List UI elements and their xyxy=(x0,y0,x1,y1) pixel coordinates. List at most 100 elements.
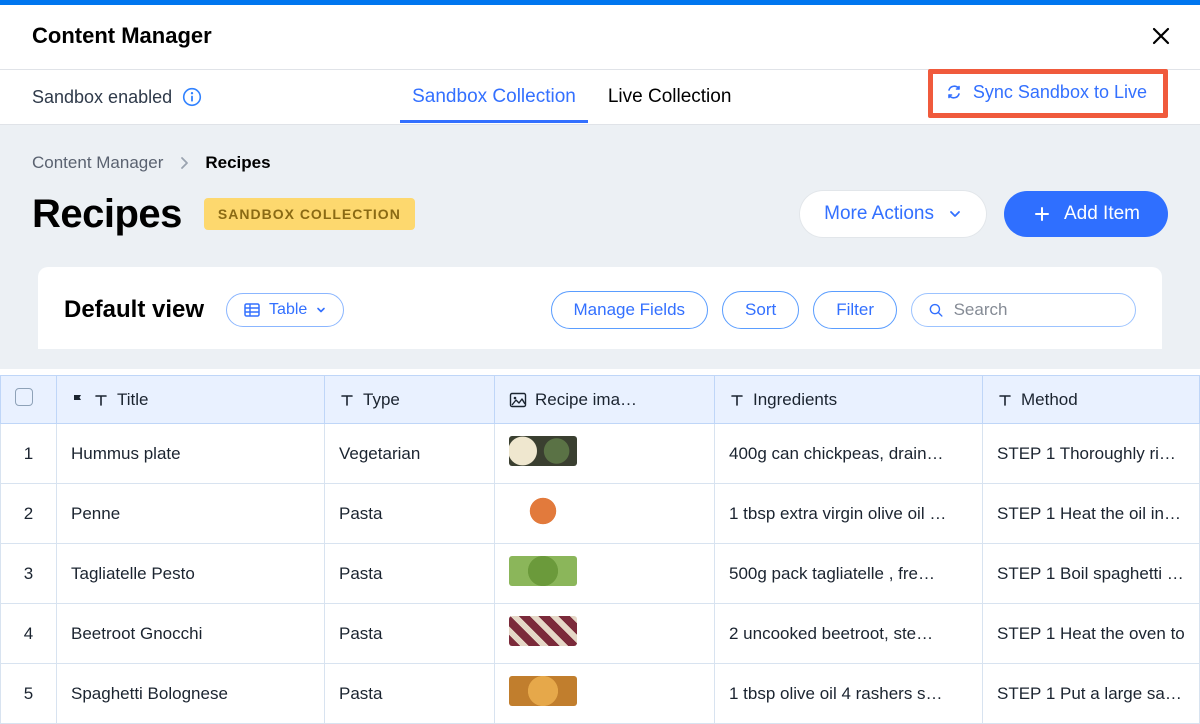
col-image-label: Recipe ima… xyxy=(535,390,637,410)
search-field[interactable] xyxy=(911,293,1136,327)
row-index: 1 xyxy=(1,424,57,484)
sandbox-enabled-label: Sandbox enabled xyxy=(32,87,202,108)
text-icon xyxy=(997,392,1013,408)
table-row[interactable]: 4 Beetroot Gnocchi Pasta 2 uncooked beet… xyxy=(1,604,1200,664)
tabbar: Sandbox enabled Sandbox Collection Live … xyxy=(0,70,1200,125)
recipe-thumbnail xyxy=(509,556,577,586)
table-icon xyxy=(243,301,261,319)
sync-label: Sync Sandbox to Live xyxy=(973,82,1147,103)
header: Content Manager xyxy=(0,5,1200,70)
table-row[interactable]: 1 Hummus plate Vegetarian 400g can chick… xyxy=(1,424,1200,484)
cell-ingredients[interactable]: 2 uncooked beetroot, ste… xyxy=(715,604,983,664)
sync-highlight-callout: Sync Sandbox to Live xyxy=(928,69,1168,118)
col-title-label: Title xyxy=(117,390,149,410)
row-index: 3 xyxy=(1,544,57,604)
view-toolbar-card: Default view Table Manage Fields Sort Fi… xyxy=(38,267,1162,349)
search-input[interactable] xyxy=(954,300,1119,320)
tabs: Sandbox Collection Live Collection xyxy=(412,72,731,122)
sandbox-enabled-text: Sandbox enabled xyxy=(32,87,172,108)
cell-ingredients[interactable]: 500g pack tagliatelle , fre… xyxy=(715,544,983,604)
header-title: Content Manager xyxy=(32,23,212,49)
table-row[interactable]: 5 Spaghetti Bolognese Pasta 1 tbsp olive… xyxy=(1,664,1200,724)
cell-title[interactable]: Hummus plate xyxy=(57,424,325,484)
cell-method[interactable]: STEP 1 Put a large sauce xyxy=(983,664,1200,724)
cell-type[interactable]: Vegetarian xyxy=(325,424,495,484)
view-name: Default view xyxy=(64,296,204,324)
cell-title[interactable]: Penne xyxy=(57,484,325,544)
col-ingredients-label: Ingredients xyxy=(753,390,837,410)
table-row[interactable]: 3 Tagliatelle Pesto Pasta 500g pack tagl… xyxy=(1,544,1200,604)
col-method-label: Method xyxy=(1021,390,1078,410)
info-icon[interactable] xyxy=(182,87,202,107)
cell-type[interactable]: Pasta xyxy=(325,484,495,544)
table-row[interactable]: 2 Penne Pasta 1 tbsp extra virgin olive … xyxy=(1,484,1200,544)
recipe-thumbnail xyxy=(509,616,577,646)
breadcrumb: Content Manager Recipes xyxy=(32,153,1168,173)
flag-icon xyxy=(71,393,85,407)
cell-type[interactable]: Pasta xyxy=(325,604,495,664)
more-actions-label: More Actions xyxy=(824,203,934,225)
col-type[interactable]: Type xyxy=(325,376,495,424)
cell-ingredients[interactable]: 400g can chickpeas, drain… xyxy=(715,424,983,484)
tab-live-collection[interactable]: Live Collection xyxy=(608,72,732,122)
sandbox-collection-chip: SANDBOX COLLECTION xyxy=(204,198,415,230)
header-row: Title Type Recipe ima… Ingredients Metho… xyxy=(1,376,1200,424)
close-icon xyxy=(1150,25,1172,47)
data-grid: Title Type Recipe ima… Ingredients Metho… xyxy=(0,375,1200,724)
chevron-down-icon xyxy=(948,207,962,221)
row-index: 2 xyxy=(1,484,57,544)
cell-type[interactable]: Pasta xyxy=(325,544,495,604)
col-method[interactable]: Method xyxy=(983,376,1200,424)
add-item-button[interactable]: Add Item xyxy=(1004,191,1168,237)
cell-title[interactable]: Tagliatelle Pesto xyxy=(57,544,325,604)
view-row: Default view Table Manage Fields Sort Fi… xyxy=(64,291,1136,329)
select-all-cell[interactable] xyxy=(1,376,57,424)
plus-icon xyxy=(1032,204,1052,224)
filter-button[interactable]: Filter xyxy=(813,291,897,329)
cell-method[interactable]: STEP 1 Thoroughly rinse xyxy=(983,424,1200,484)
cell-type[interactable]: Pasta xyxy=(325,664,495,724)
view-type-dropdown[interactable]: Table xyxy=(226,293,344,327)
view-type-label: Table xyxy=(269,301,307,319)
row-index: 4 xyxy=(1,604,57,664)
cell-image[interactable] xyxy=(495,484,715,544)
cell-method[interactable]: STEP 1 Boil spaghetti in a xyxy=(983,544,1200,604)
image-icon xyxy=(509,392,527,408)
cell-method[interactable]: STEP 1 Heat the oil in a f xyxy=(983,484,1200,544)
close-button[interactable] xyxy=(1150,25,1172,47)
cell-method[interactable]: STEP 1 Heat the oven to xyxy=(983,604,1200,664)
view-right-actions: Manage Fields Sort Filter xyxy=(551,291,1136,329)
recipe-thumbnail xyxy=(509,676,577,706)
col-type-label: Type xyxy=(363,390,400,410)
cell-image[interactable] xyxy=(495,664,715,724)
col-image[interactable]: Recipe ima… xyxy=(495,376,715,424)
sync-icon xyxy=(945,83,963,101)
checkbox-icon xyxy=(15,388,33,406)
add-item-label: Add Item xyxy=(1064,203,1140,225)
sort-button[interactable]: Sort xyxy=(722,291,799,329)
cell-image[interactable] xyxy=(495,604,715,664)
text-icon xyxy=(729,392,745,408)
cell-image[interactable] xyxy=(495,424,715,484)
breadcrumb-parent[interactable]: Content Manager xyxy=(32,153,163,173)
breadcrumb-current: Recipes xyxy=(205,153,270,173)
cell-title[interactable]: Beetroot Gnocchi xyxy=(57,604,325,664)
cell-ingredients[interactable]: 1 tbsp extra virgin olive oil … xyxy=(715,484,983,544)
page-header-area: Content Manager Recipes Recipes SANDBOX … xyxy=(0,125,1200,369)
row-index: 5 xyxy=(1,664,57,724)
chevron-down-icon xyxy=(315,304,327,316)
sync-sandbox-button[interactable]: Sync Sandbox to Live xyxy=(941,76,1151,109)
recipe-thumbnail xyxy=(509,436,577,466)
cell-ingredients[interactable]: 1 tbsp olive oil 4 rashers s… xyxy=(715,664,983,724)
manage-fields-button[interactable]: Manage Fields xyxy=(551,291,709,329)
chevron-right-icon xyxy=(179,156,189,170)
title-actions: More Actions Add Item xyxy=(800,191,1168,237)
tab-sandbox-collection[interactable]: Sandbox Collection xyxy=(412,72,576,122)
cell-image[interactable] xyxy=(495,544,715,604)
col-title[interactable]: Title xyxy=(57,376,325,424)
more-actions-button[interactable]: More Actions xyxy=(800,191,986,237)
page-title: Recipes xyxy=(32,192,182,237)
col-ingredients[interactable]: Ingredients xyxy=(715,376,983,424)
cell-title[interactable]: Spaghetti Bolognese xyxy=(57,664,325,724)
text-icon xyxy=(93,392,109,408)
